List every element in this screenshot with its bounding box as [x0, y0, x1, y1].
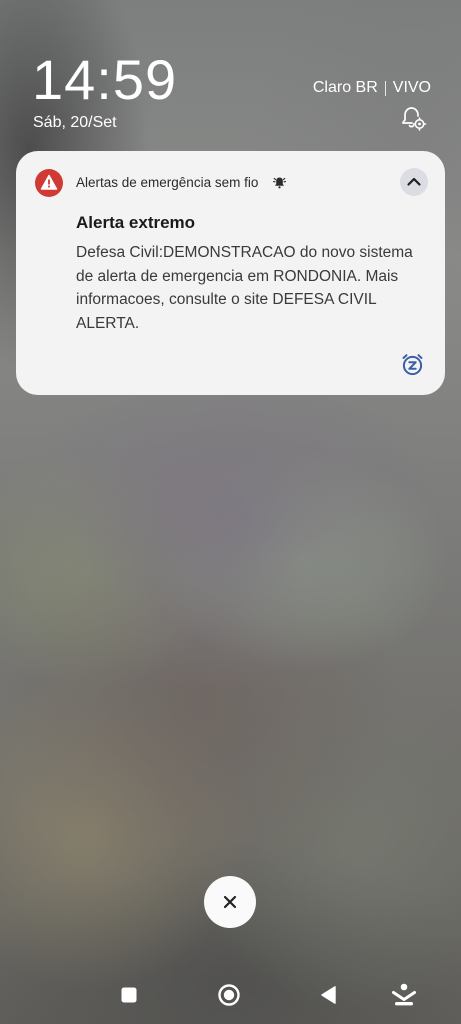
gear-icon[interactable] — [399, 104, 427, 132]
notification-app-name: Alertas de emergência sem fio — [76, 175, 259, 190]
back-triangle-icon[interactable] — [314, 980, 344, 1010]
app-icon — [35, 169, 63, 197]
carrier-divider — [384, 80, 386, 96]
carrier-name-1: Claro BR — [312, 79, 378, 96]
square-icon[interactable] — [114, 980, 144, 1010]
bell-ringing-icon — [272, 177, 287, 189]
carrier-name-2: VIVO — [392, 79, 431, 96]
snooze-alarm-icon[interactable] — [400, 352, 425, 377]
date: Sáb, 20/Set — [33, 114, 117, 131]
chevron-up-icon — [407, 177, 421, 186]
hide-navbar-icon[interactable] — [389, 980, 419, 1010]
lock-screen: 14:59 Sáb, 20/Set Claro BR VIVO Alertas … — [0, 0, 461, 1024]
notification-body: Defesa Civil:DEMONSTRACAO do novo sistem… — [76, 244, 413, 332]
carrier-info: Claro BR VIVO — [313, 78, 431, 98]
emergency-alert-notification[interactable]: Alertas de emergência sem fio Alerta ext… — [16, 151, 445, 395]
dismiss-button[interactable] — [204, 876, 256, 928]
close-icon — [223, 895, 237, 909]
navigation-bar — [0, 970, 461, 1020]
clock: 14:59 — [32, 48, 178, 111]
notification-title: Alerta extremo — [76, 213, 196, 232]
circle-icon[interactable] — [214, 980, 244, 1010]
collapse-button[interactable] — [400, 168, 428, 196]
warning-triangle-icon — [40, 174, 58, 190]
